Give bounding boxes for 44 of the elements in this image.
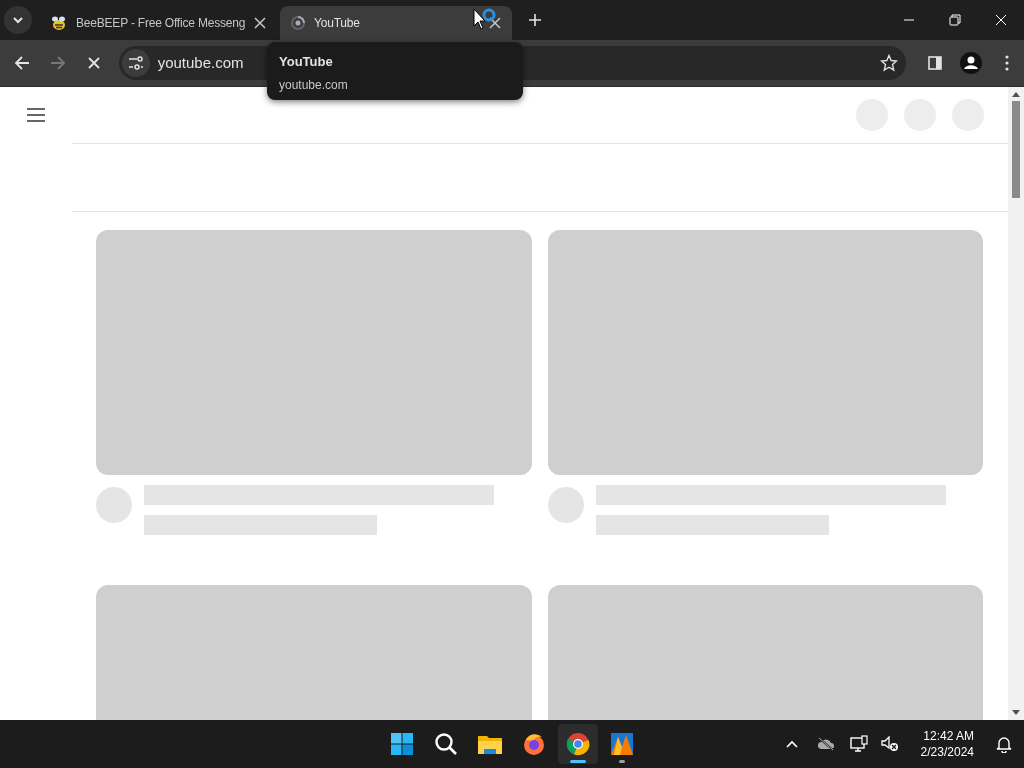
firefox-icon — [522, 732, 546, 756]
start-icon — [390, 732, 414, 756]
url-text: youtube.com — [157, 52, 244, 73]
new-tab-button[interactable] — [528, 13, 542, 27]
scroll-thumb[interactable] — [1012, 101, 1020, 198]
folder-icon — [477, 733, 503, 755]
chrome-icon — [566, 732, 590, 756]
clock-date: 2/23/2024 — [920, 744, 974, 760]
side-panel-icon — [927, 55, 944, 71]
restore-icon — [949, 14, 961, 26]
star-icon — [880, 54, 899, 72]
tooltip-url: youtube.com — [279, 76, 349, 94]
browser-tab[interactable]: YouTube — [280, 6, 512, 40]
tooltip-title: YouTube — [279, 53, 334, 71]
plus-icon — [528, 13, 542, 27]
avatar-placeholder — [548, 487, 584, 523]
arrow-right-icon — [49, 55, 66, 71]
search-icon — [434, 732, 458, 756]
tab-search-button[interactable] — [4, 6, 32, 34]
tab-title: YouTube — [314, 15, 361, 32]
close-icon — [86, 56, 101, 70]
chevron-down-icon — [12, 16, 24, 24]
scrollbar[interactable] — [1008, 87, 1024, 720]
browser-tab[interactable]: BeeBEEP - Free Office Messeng — [40, 6, 272, 40]
bookmark-star-button[interactable] — [880, 54, 899, 72]
close-tab-button[interactable] — [253, 16, 268, 30]
tab-title: BeeBEEP - Free Office Messeng — [76, 15, 246, 32]
clock[interactable]: 12:42 AM 2/23/2024 — [914, 728, 980, 760]
close-icon — [995, 14, 1007, 26]
taskbar-app-button[interactable] — [558, 724, 598, 764]
close-icon — [253, 16, 268, 30]
chevron-up-icon — [785, 740, 798, 748]
app-icon — [610, 732, 634, 756]
avatar-placeholder — [96, 487, 132, 523]
close-tab-button[interactable] — [488, 16, 502, 30]
scroll-down-arrow-icon[interactable] — [1012, 710, 1020, 716]
arrow-left-icon — [13, 55, 30, 71]
three-dots-icon — [1005, 55, 1009, 71]
close-icon — [488, 16, 502, 30]
site-settings-icon[interactable] — [121, 49, 150, 77]
clock-time: 12:42 AM — [923, 728, 974, 744]
scroll-up-arrow-icon[interactable] — [1012, 91, 1020, 97]
menu-icon — [26, 108, 46, 122]
person-icon — [960, 52, 983, 74]
